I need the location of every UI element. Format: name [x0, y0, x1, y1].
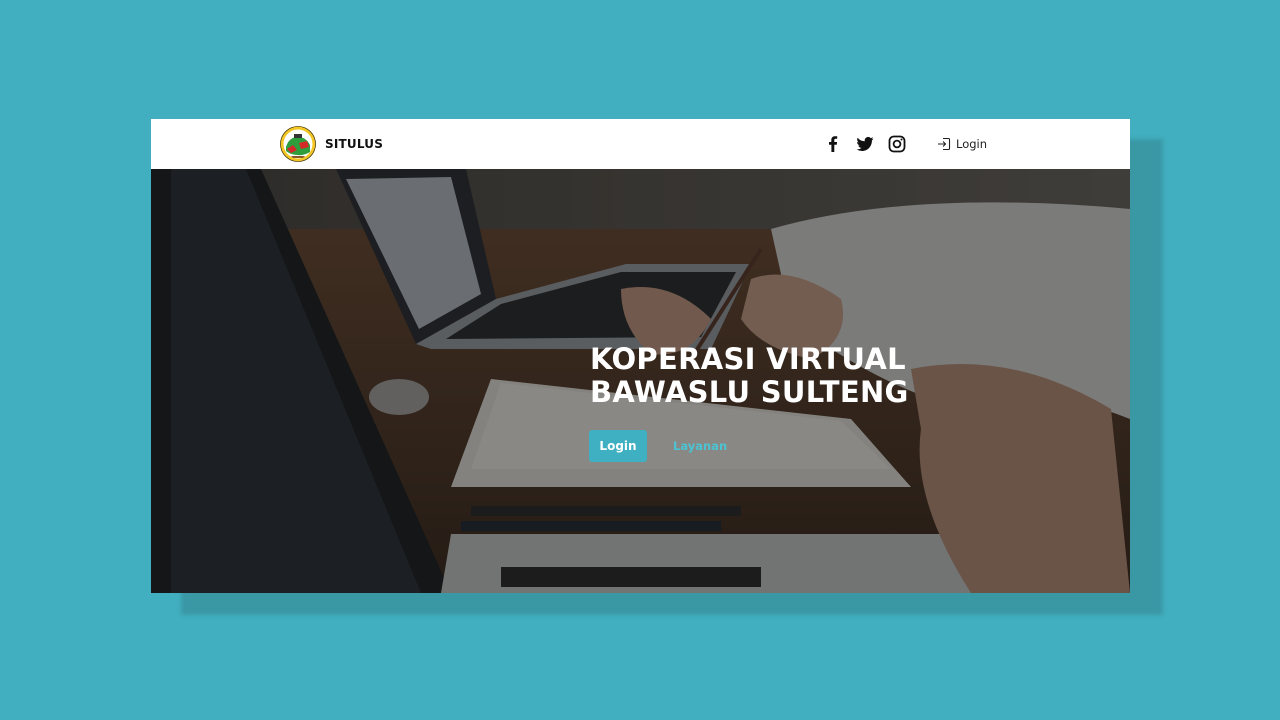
instagram-icon[interactable]: [887, 134, 907, 154]
hero-layanan-link[interactable]: Layanan: [663, 430, 737, 462]
brand-name: SITULUS: [325, 137, 384, 151]
navbar: SITULUS Login: [151, 119, 1130, 169]
nav-login-link[interactable]: Login: [936, 135, 987, 153]
bawaslu-emblem-icon: [280, 126, 316, 162]
hero-title-line-2: BAWASLU SULTENG: [590, 375, 909, 409]
sign-in-icon: [938, 137, 951, 151]
hero-title-line-1: KOPERASI VIRTUAL: [590, 342, 906, 376]
hero-title: KOPERASI VIRTUAL BAWASLU SULTENG: [590, 343, 1010, 409]
social-links: [823, 134, 907, 154]
facebook-icon[interactable]: [823, 134, 843, 154]
twitter-icon[interactable]: [855, 134, 875, 154]
website-preview: SITULUS Login KOPERASI VIRTUAL BAWASLU S…: [151, 119, 1130, 593]
hero-login-button[interactable]: Login: [589, 430, 647, 462]
brand[interactable]: SITULUS: [279, 125, 383, 163]
hero-section: KOPERASI VIRTUAL BAWASLU SULTENG Login L…: [151, 169, 1130, 593]
nav-login-label: Login: [956, 137, 988, 151]
